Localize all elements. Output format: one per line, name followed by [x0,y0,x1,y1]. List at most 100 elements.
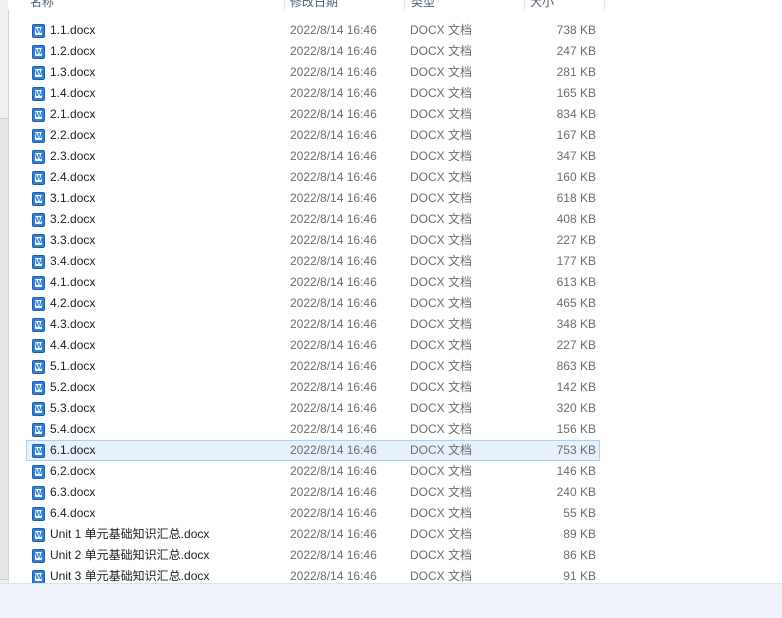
file-size: 465 KB [556,296,596,310]
word-document-icon: W [32,255,45,269]
file-modified-date: 2022/8/14 16:46 [290,128,377,142]
column-header-name[interactable]: 名称 [30,0,54,10]
file-type: DOCX 文档 [410,275,473,289]
file-row[interactable]: W 4.3.docx 2022/8/14 16:46 DOCX 文档 348 KB [26,314,600,335]
file-name: 6.2.docx [50,464,96,478]
file-row[interactable]: W 1.2.docx 2022/8/14 16:46 DOCX 文档 247 KB [26,41,600,62]
file-size: 348 KB [556,317,596,331]
file-row[interactable]: W 1.3.docx 2022/8/14 16:46 DOCX 文档 281 KB [26,62,600,83]
file-row[interactable]: W 5.2.docx 2022/8/14 16:46 DOCX 文档 142 KB [26,377,600,398]
file-modified-date: 2022/8/14 16:46 [290,422,377,436]
file-row[interactable]: W 5.1.docx 2022/8/14 16:46 DOCX 文档 863 KB [26,356,600,377]
file-name: 5.2.docx [50,380,96,394]
column-divider[interactable] [404,0,405,10]
word-document-icon: W [32,192,45,206]
file-list: W 1.1.docx 2022/8/14 16:46 DOCX 文档 738 KB W 1.… [8,20,782,583]
file-row[interactable]: W 6.4.docx 2022/8/14 16:46 DOCX 文档 55 KB [26,503,600,524]
word-document-icon: W [32,45,45,59]
word-document-icon: W [32,528,45,542]
file-row[interactable]: W 2.4.docx 2022/8/14 16:46 DOCX 文档 160 KB [26,167,600,188]
file-row[interactable]: W 2.1.docx 2022/8/14 16:46 DOCX 文档 834 KB [26,104,600,125]
column-divider[interactable] [524,0,525,10]
file-name: 5.3.docx [50,401,96,415]
file-row[interactable]: W 1.1.docx 2022/8/14 16:46 DOCX 文档 738 KB [26,20,600,41]
file-modified-date: 2022/8/14 16:46 [290,275,377,289]
file-size: 142 KB [556,380,596,394]
file-row[interactable]: W 6.1.docx 2022/8/14 16:46 DOCX 文档 753 KB [26,440,600,461]
file-row[interactable]: W 3.4.docx 2022/8/14 16:46 DOCX 文档 177 KB [26,251,600,272]
file-size: 738 KB [556,23,596,37]
file-name: 1.3.docx [50,65,96,79]
file-row[interactable]: W 5.3.docx 2022/8/14 16:46 DOCX 文档 320 KB [26,398,600,419]
file-type: DOCX 文档 [410,464,473,478]
file-row[interactable]: W 1.4.docx 2022/8/14 16:46 DOCX 文档 165 KB [26,83,600,104]
status-bar [0,583,782,618]
column-divider[interactable] [604,0,605,10]
word-document-icon: W [32,549,45,563]
file-size: 91 KB [563,569,596,583]
column-header-size[interactable]: 大小 [530,0,554,10]
word-document-icon: W [32,150,45,164]
file-row[interactable]: W 4.2.docx 2022/8/14 16:46 DOCX 文档 465 KB [26,293,600,314]
file-size: 89 KB [563,527,596,541]
file-row[interactable]: W 4.4.docx 2022/8/14 16:46 DOCX 文档 227 KB [26,335,600,356]
word-document-icon: W [32,570,45,583]
file-modified-date: 2022/8/14 16:46 [290,464,377,478]
file-row[interactable]: W 6.2.docx 2022/8/14 16:46 DOCX 文档 146 KB [26,461,600,482]
file-type: DOCX 文档 [410,44,473,58]
file-type: DOCX 文档 [410,317,473,331]
file-size: 227 KB [556,338,596,352]
column-header-type[interactable]: 类型 [411,0,435,10]
file-size: 281 KB [556,65,596,79]
file-type: DOCX 文档 [410,128,473,142]
file-type: DOCX 文档 [410,359,473,373]
file-row[interactable]: W Unit 3 单元基础知识汇总.docx 2022/8/14 16:46 DOCX… [26,566,600,583]
file-type: DOCX 文档 [410,233,473,247]
file-name: 1.2.docx [50,44,96,58]
column-header-date[interactable]: 修改日期 [290,0,338,10]
file-type: DOCX 文档 [410,380,473,394]
file-size: 167 KB [556,128,596,142]
word-document-icon: W [32,129,45,143]
file-name: 4.1.docx [50,275,96,289]
file-type: DOCX 文档 [410,401,473,415]
file-name: 3.3.docx [50,233,96,247]
file-size: 156 KB [556,422,596,436]
file-name: 5.1.docx [50,359,96,373]
file-row[interactable]: W 3.3.docx 2022/8/14 16:46 DOCX 文档 227 KB [26,230,600,251]
file-modified-date: 2022/8/14 16:46 [290,338,377,352]
file-name: 1.1.docx [50,23,96,37]
file-row[interactable]: W 6.3.docx 2022/8/14 16:46 DOCX 文档 240 KB [26,482,600,503]
file-row[interactable]: W 3.2.docx 2022/8/14 16:46 DOCX 文档 408 KB [26,209,600,230]
file-row[interactable]: W 2.3.docx 2022/8/14 16:46 DOCX 文档 347 KB [26,146,600,167]
file-name: 2.3.docx [50,149,96,163]
word-document-icon: W [32,297,45,311]
file-type: DOCX 文档 [410,23,473,37]
word-document-icon: W [32,444,45,458]
file-type: DOCX 文档 [410,506,473,520]
file-modified-date: 2022/8/14 16:46 [290,359,377,373]
file-name: 4.2.docx [50,296,96,310]
file-row[interactable]: W 3.1.docx 2022/8/14 16:46 DOCX 文档 618 KB [26,188,600,209]
file-row[interactable]: W 2.2.docx 2022/8/14 16:46 DOCX 文档 167 KB [26,125,600,146]
file-row[interactable]: W 5.4.docx 2022/8/14 16:46 DOCX 文档 156 KB [26,419,600,440]
file-name: 4.3.docx [50,317,96,331]
scrollbar-thumb[interactable] [0,118,8,580]
file-row[interactable]: W Unit 1 单元基础知识汇总.docx 2022/8/14 16:46 DOCX… [26,524,600,545]
file-size: 247 KB [556,44,596,58]
file-name: Unit 3 单元基础知识汇总.docx [50,569,210,583]
word-document-icon: W [32,171,45,185]
file-name: 6.1.docx [50,443,96,457]
word-document-icon: W [32,318,45,332]
file-modified-date: 2022/8/14 16:46 [290,317,377,331]
column-divider[interactable] [284,0,285,10]
file-type: DOCX 文档 [410,527,473,541]
file-size: 240 KB [556,485,596,499]
file-row[interactable]: W Unit 2 单元基础知识汇总.docx 2022/8/14 16:46 DOCX… [26,545,600,566]
file-size: 146 KB [556,464,596,478]
file-name: Unit 1 单元基础知识汇总.docx [50,527,210,541]
word-document-icon: W [32,24,45,38]
file-size: 227 KB [556,233,596,247]
file-row[interactable]: W 4.1.docx 2022/8/14 16:46 DOCX 文档 613 KB [26,272,600,293]
word-document-icon: W [32,381,45,395]
